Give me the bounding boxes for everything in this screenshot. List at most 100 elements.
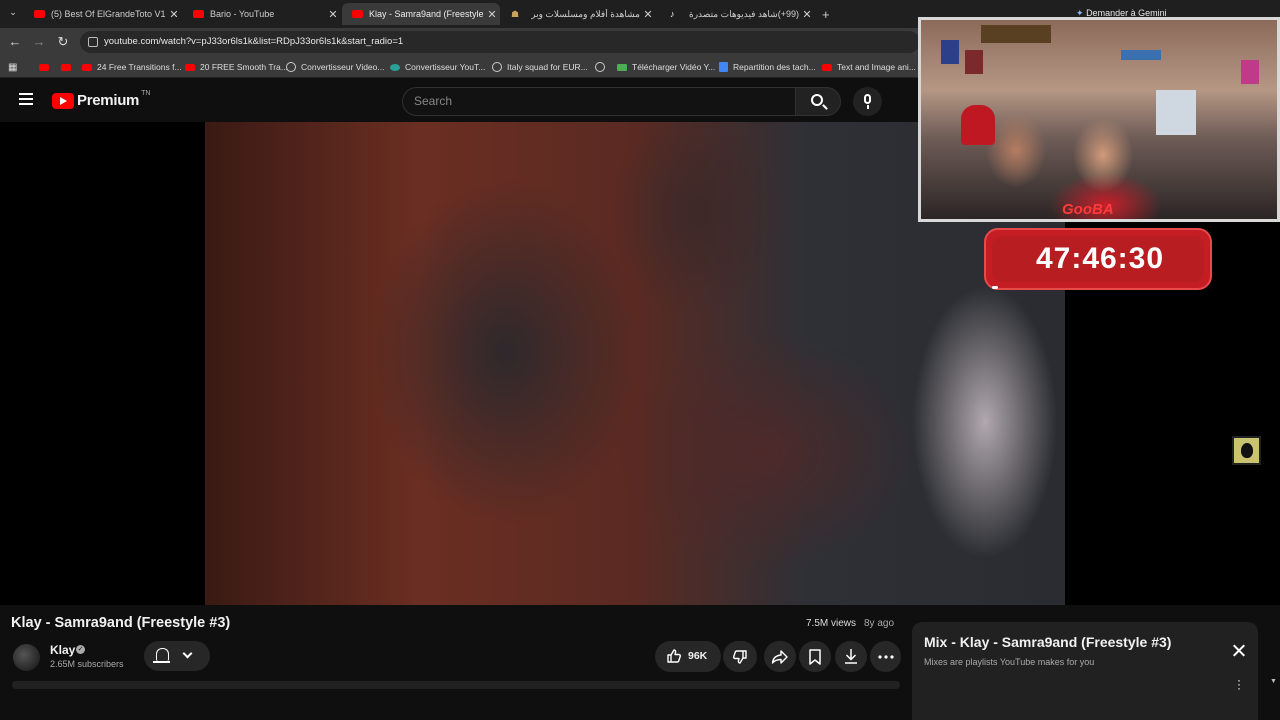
tab-bario[interactable]: Bario - YouTube ✕ (183, 3, 341, 25)
bookmark-label: 20 FREE Smooth Tra... (200, 62, 288, 72)
url-input[interactable]: youtube.com/watch?v=pJ33or6ls1k&list=RDp… (80, 31, 920, 53)
bookmark-youtube-2[interactable] (61, 60, 76, 74)
youtube-icon (185, 63, 195, 71)
timer-text: 47:46:30 (1035, 242, 1165, 275)
channel-name[interactable]: Klay (50, 643, 75, 657)
close-tab-icon[interactable]: ✕ (484, 8, 500, 21)
like-count: 96K (688, 650, 708, 662)
tiktok-icon: ♪ (670, 9, 675, 19)
bookmark-smooth-transitions[interactable]: 20 FREE Smooth Tra... (185, 60, 288, 74)
upload-age: 8y ago (864, 618, 895, 629)
more-horizontal-icon (878, 655, 894, 659)
country-code: TN (141, 90, 151, 97)
thumbs-down-icon (733, 650, 747, 664)
forward-arrow-icon[interactable]: → (30, 33, 48, 51)
share-icon (771, 650, 788, 664)
more-vertical-icon[interactable]: · · · (1237, 674, 1241, 694)
tab-klay-samra9and[interactable]: Klay - Samra9and (Freestyle #3) ✕ (342, 3, 500, 25)
tab-search-chevron-icon[interactable]: ⌄ (4, 3, 22, 21)
tab-tiktok[interactable]: ♪ (99+)شاهد فيديوهات متصدرة | ✕ (660, 3, 815, 25)
voice-search-button[interactable] (853, 87, 882, 116)
face-icon (1241, 443, 1253, 458)
apps-grid-icon[interactable]: ▦ (8, 60, 17, 74)
mix-subtitle: Mixes are playlists YouTube makes for yo… (924, 657, 1095, 667)
logo-text: Premium (77, 92, 140, 109)
tab-label: Klay - Samra9and (Freestyle #3) (369, 9, 484, 19)
tab-label: Bario - YouTube (210, 9, 275, 19)
bookmark-label: Italy squad for EUR... (507, 62, 588, 72)
subscription-notifications-button[interactable] (144, 641, 210, 671)
bookmark-text-image[interactable]: Text and Image ani... (822, 60, 916, 74)
new-tab-button[interactable]: + (816, 3, 842, 25)
close-tab-icon[interactable]: ✕ (166, 8, 182, 21)
bookmark-telecharger-video[interactable]: Télécharger Vidéo Y... (617, 60, 715, 74)
countdown-timer: 47:46:30 (984, 228, 1212, 290)
like-button[interactable]: 96K (655, 641, 721, 672)
tab-label: (5) Best Of ElGrandeToto V1 - Y (51, 9, 166, 19)
close-tab-icon[interactable]: ✕ (640, 8, 656, 21)
tab-label: (99+)شاهد فيديوهات متصدرة | (687, 8, 799, 19)
bookmark-label: Convertisseur Video... (301, 62, 385, 72)
converter-icon (390, 63, 400, 71)
bookmark-convertisseur-youtube[interactable]: Convertisseur YouT... (390, 60, 485, 74)
bell-icon (153, 648, 170, 663)
verified-badge-icon: ✓ (76, 645, 85, 654)
scroll-down-arrow-icon[interactable]: ▼ (1270, 678, 1277, 685)
bookmark-label: 24 Free Transitions f... (97, 62, 182, 72)
youtube-icon (352, 10, 363, 18)
youtube-icon (82, 63, 92, 71)
bookmark-convertisseur-video[interactable]: Convertisseur Video... (286, 60, 384, 74)
reload-icon[interactable]: ↻ (54, 33, 72, 51)
download-icon (845, 649, 857, 664)
close-tab-icon[interactable]: ✕ (799, 8, 815, 21)
timer-progress (992, 286, 998, 289)
bookmark-free-transitions[interactable]: 24 Free Transitions f... (82, 60, 182, 74)
search-input[interactable]: Search (402, 87, 796, 116)
description-box-edge[interactable] (12, 681, 900, 689)
globe-icon (492, 62, 502, 72)
channel-avatar[interactable] (13, 644, 40, 671)
bookmark-globe[interactable] (595, 60, 610, 74)
download-button[interactable] (835, 641, 867, 672)
dislike-button[interactable] (723, 641, 757, 672)
youtube-premium-logo[interactable]: Premium TN (52, 90, 151, 109)
back-arrow-icon[interactable]: ← (6, 33, 24, 51)
hamburger-menu-icon[interactable] (19, 93, 33, 105)
cam-label: GooBA (1062, 201, 1114, 218)
youtube-icon (61, 63, 71, 71)
close-icon[interactable] (1232, 644, 1246, 658)
bookmark-label: Repartition des tach... (733, 62, 816, 72)
bookmark-italy-squad[interactable]: Italy squad for EUR... (492, 60, 588, 74)
mix-title[interactable]: Mix - Klay - Samra9and (Freestyle #3) (924, 634, 1171, 650)
youtube-icon (39, 63, 49, 71)
youtube-icon (822, 63, 832, 71)
microphone-icon (864, 94, 871, 104)
bookmark-label: Text and Image ani... (837, 62, 916, 72)
search-placeholder: Search (414, 94, 453, 108)
youtube-play-icon (52, 92, 74, 109)
globe-icon (595, 62, 605, 72)
save-button[interactable] (799, 641, 831, 672)
chevron-down-icon (182, 648, 193, 659)
mix-playlist-panel: Mix - Klay - Samra9and (Freestyle #3) Mi… (912, 622, 1258, 720)
subscriber-count: 2.65M subscribers (50, 659, 124, 669)
tab-label: مشاهدة أفلام ومسلسلات وبرامج (531, 8, 640, 19)
globe-icon (286, 62, 296, 72)
close-tab-icon[interactable]: ✕ (325, 8, 341, 21)
thumbs-up-icon (667, 649, 681, 663)
docs-icon (719, 62, 728, 72)
more-actions-button[interactable] (870, 641, 901, 672)
view-count: 7.5M views (806, 618, 857, 629)
streamer-webcam-overlay: GooBA (918, 17, 1280, 222)
download-icon (617, 63, 627, 71)
bookmark-label: Convertisseur YouT... (405, 62, 486, 72)
site-info-icon[interactable] (88, 37, 98, 47)
bookmark-youtube-1[interactable] (39, 60, 54, 74)
search-button[interactable] (795, 87, 841, 116)
bookmark-repartition[interactable]: Repartition des tach... (719, 60, 816, 74)
channel-watermark[interactable] (1232, 436, 1261, 465)
tab-best-of-elgrandetoto[interactable]: (5) Best Of ElGrandeToto V1 - Y ✕ (24, 3, 182, 25)
tab-arabic-movies[interactable]: ☗ مشاهدة أفلام ومسلسلات وبرامج ✕ (501, 3, 656, 25)
share-button[interactable] (764, 641, 796, 672)
search-icon (811, 94, 823, 106)
